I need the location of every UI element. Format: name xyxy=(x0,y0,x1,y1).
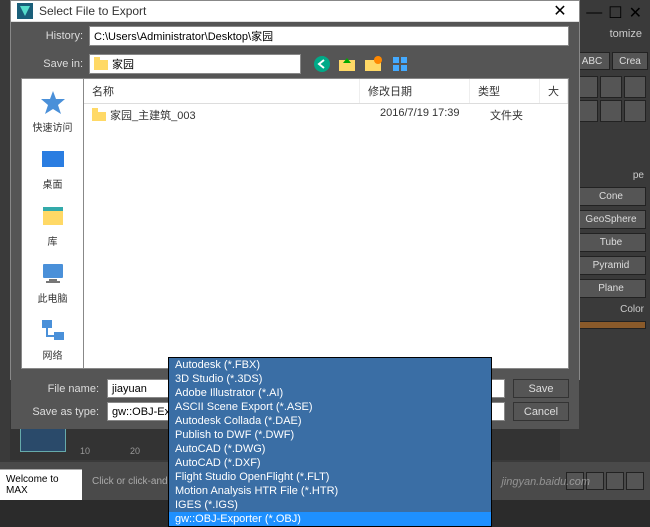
welcome-label: Welcome to MAX xyxy=(0,469,82,500)
primitive-cone[interactable]: Cone xyxy=(576,187,646,206)
list-header[interactable]: 名称 修改日期 类型 大 xyxy=(84,79,568,104)
name-color-label: Color xyxy=(572,300,650,319)
primitive-pyramid[interactable]: Pyramid xyxy=(576,256,646,275)
column-date[interactable]: 修改日期 xyxy=(360,79,470,103)
column-name[interactable]: 名称 xyxy=(84,79,360,103)
sidebar-item-desktop[interactable]: 桌面 xyxy=(39,146,67,191)
next-frame-button[interactable] xyxy=(626,472,644,490)
color-swatch[interactable] xyxy=(576,321,646,329)
type-option[interactable]: AutoCAD (*.DWG) xyxy=(169,442,491,456)
status-hint: Click or click-and-dr xyxy=(92,476,180,487)
savetype-options-list[interactable]: Autodesk (*.FBX) 3D Studio (*.3DS) Adobe… xyxy=(168,357,492,527)
dialog-close-button[interactable]: ✕ xyxy=(547,1,573,21)
dialog-titlebar[interactable]: Select File to Export ✕ xyxy=(11,1,579,22)
back-icon[interactable] xyxy=(313,55,331,73)
type-option[interactable]: Publish to DWF (*.DWF) xyxy=(169,428,491,442)
play-button[interactable] xyxy=(606,472,624,490)
sidebar-item-thispc[interactable]: 此电脑 xyxy=(38,260,68,305)
app-window-controls: — ☐ ✕ xyxy=(578,0,650,26)
type-option[interactable]: IGES (*.IGS) xyxy=(169,498,491,512)
folder-icon xyxy=(94,57,108,71)
save-button[interactable]: Save xyxy=(513,379,569,398)
savein-dropdown[interactable]: 家园 xyxy=(89,54,301,74)
type-option-selected[interactable]: gw::OBJ-Exporter (*.OBJ) xyxy=(169,512,491,526)
savein-label: Save in: xyxy=(21,58,83,70)
desktop-icon xyxy=(39,146,67,174)
menu-customize[interactable]: tomize xyxy=(604,26,648,42)
sidebar-item-quickaccess[interactable]: 快速访问 xyxy=(33,89,73,134)
app-icon xyxy=(17,3,33,19)
library-icon xyxy=(39,203,67,231)
column-size[interactable]: 大 xyxy=(540,79,568,103)
type-option[interactable]: AutoCAD (*.DXF) xyxy=(169,456,491,470)
up-folder-icon[interactable] xyxy=(339,55,357,73)
primitive-geosphere[interactable]: GeoSphere xyxy=(576,210,646,229)
dialog-title: Select File to Export xyxy=(39,4,547,18)
type-option[interactable]: Adobe Illustrator (*.AI) xyxy=(169,386,491,400)
minimize-icon[interactable]: — xyxy=(586,4,602,22)
export-dialog: Select File to Export ✕ History: C:\User… xyxy=(10,0,580,380)
places-sidebar: 快速访问 桌面 库 此电脑 网络 xyxy=(21,78,83,369)
computer-icon xyxy=(39,260,67,288)
watermark: jingyan.baidu.com xyxy=(501,476,590,488)
panel-tab-create[interactable]: Crea xyxy=(612,52,648,70)
type-option[interactable]: Motion Analysis HTR File (*.HTR) xyxy=(169,484,491,498)
tool-button[interactable] xyxy=(600,100,622,122)
history-dropdown[interactable]: C:\Users\Administrator\Desktop\家园 xyxy=(89,26,569,46)
list-item[interactable]: 家园_主建筑_003 2016/7/19 17:39 文件夹 xyxy=(84,104,568,126)
tool-button[interactable] xyxy=(624,100,646,122)
savetype-label: Save as type: xyxy=(21,406,99,418)
history-label: History: xyxy=(21,30,83,42)
type-option[interactable]: Autodesk Collada (*.DAE) xyxy=(169,414,491,428)
type-option[interactable]: Flight Studio OpenFlight (*.FLT) xyxy=(169,470,491,484)
file-list[interactable]: 名称 修改日期 类型 大 家园_主建筑_003 2016/7/19 17:39 … xyxy=(83,78,569,369)
tool-button[interactable] xyxy=(600,76,622,98)
maximize-icon[interactable]: ☐ xyxy=(608,3,622,23)
sidebar-item-libraries[interactable]: 库 xyxy=(39,203,67,248)
close-icon[interactable]: ✕ xyxy=(629,3,642,23)
primitive-plane[interactable]: Plane xyxy=(576,279,646,298)
type-option[interactable]: Autodesk (*.FBX) xyxy=(169,358,491,372)
sidebar-item-network[interactable]: 网络 xyxy=(39,317,67,362)
column-type[interactable]: 类型 xyxy=(470,79,540,103)
folder-icon xyxy=(92,108,106,122)
star-icon xyxy=(39,89,67,117)
cancel-button[interactable]: Cancel xyxy=(513,402,569,421)
network-icon xyxy=(39,317,67,345)
view-menu-icon[interactable] xyxy=(391,55,409,73)
type-option[interactable]: 3D Studio (*.3DS) xyxy=(169,372,491,386)
tool-button[interactable] xyxy=(624,76,646,98)
filename-label: File name: xyxy=(21,383,99,395)
new-folder-icon[interactable] xyxy=(365,55,383,73)
primitive-tube[interactable]: Tube xyxy=(576,233,646,252)
type-option[interactable]: ASCII Scene Export (*.ASE) xyxy=(169,400,491,414)
object-type-label: pe xyxy=(572,166,650,185)
command-panel: ABC Crea pe Cone GeoSphere Tube Pyramid … xyxy=(572,50,650,460)
